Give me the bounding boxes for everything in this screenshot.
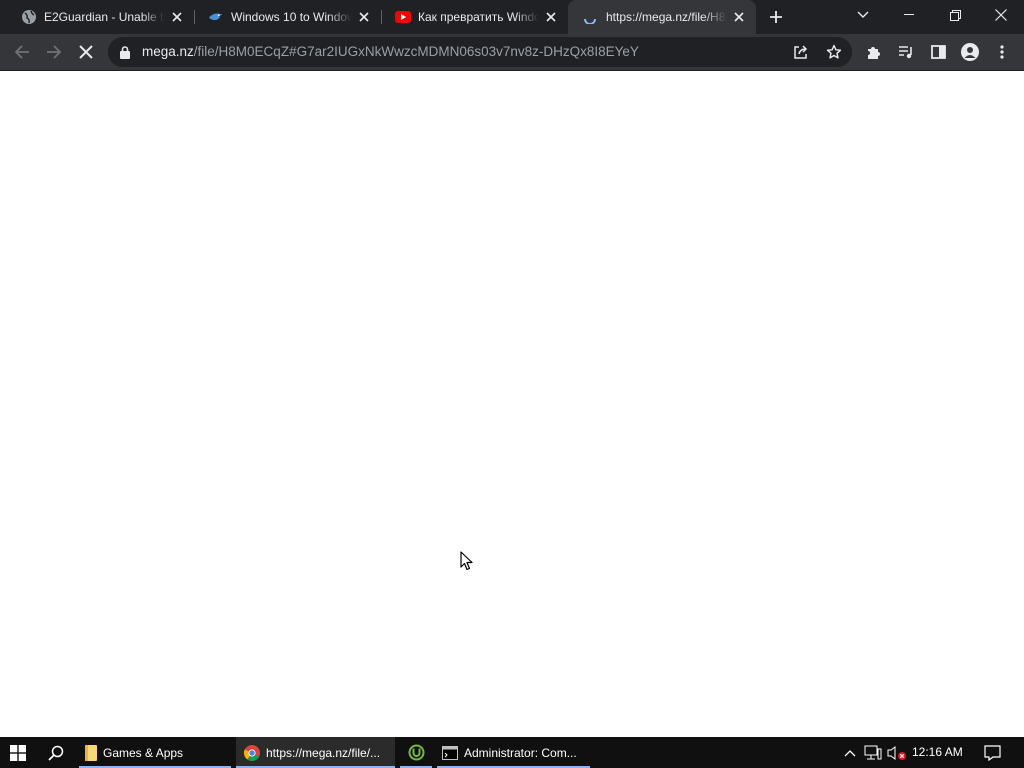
address-bar[interactable]: mega.nz/file/H8M0ECqZ#G7ar2IUGxNkWwzcMDM… xyxy=(108,37,852,67)
page-content xyxy=(0,71,1024,737)
show-hidden-icons-button[interactable] xyxy=(840,737,860,768)
side-panel-button[interactable] xyxy=(924,38,952,66)
tab-windows-10-to-11[interactable]: Windows 10 to Windows 11 xyxy=(187,0,381,34)
chevron-up-icon xyxy=(844,749,856,756)
tab-title: E2Guardian - Unable to load the page xyxy=(44,10,165,24)
youtube-icon xyxy=(395,9,411,25)
minimize-icon xyxy=(904,14,914,15)
tab-title: Как превратить Windows xyxy=(418,10,539,24)
network-ethernet-icon xyxy=(864,745,882,759)
profile-button[interactable] xyxy=(956,38,984,66)
windows-logo-icon xyxy=(10,744,26,761)
media-queue-icon xyxy=(899,46,912,59)
new-tab-button[interactable] xyxy=(764,5,788,29)
site-icon xyxy=(208,9,224,25)
volume-tray-button[interactable] xyxy=(886,737,908,768)
url-host: mega.nz xyxy=(142,44,194,59)
search-icon xyxy=(48,745,64,761)
restore-icon xyxy=(949,9,961,21)
search-button[interactable] xyxy=(38,737,74,768)
forward-button[interactable] xyxy=(40,38,68,66)
loading-spinner-icon xyxy=(582,9,598,25)
plus-icon xyxy=(770,11,782,23)
browser-toolbar: mega.nz/file/H8M0ECqZ#G7ar2IUGxNkWwzcMDM… xyxy=(0,34,1024,71)
windows-taskbar: Games & Apps https://mega.nz/file/... Ad… xyxy=(0,737,1024,768)
taskbar-item-games-apps[interactable]: Games & Apps xyxy=(79,737,231,768)
tab-close-icon[interactable] xyxy=(731,9,747,25)
tab-title: Windows 10 to Windows 11 xyxy=(231,10,352,24)
tab-mega-nz[interactable]: https://mega.nz/file/H8M0ECqZ xyxy=(568,0,756,34)
tab-close-icon[interactable] xyxy=(356,9,372,25)
taskbar-clock[interactable]: 12:16 AM xyxy=(912,737,963,768)
chrome-icon xyxy=(244,744,260,761)
tab-e2guardian[interactable]: E2Guardian - Unable to load the page xyxy=(0,0,194,34)
globe-icon xyxy=(21,9,37,25)
torrent-app-icon xyxy=(408,744,424,761)
volume-muted-icon xyxy=(887,745,906,760)
taskbar-item-label: Games & Apps xyxy=(103,745,184,760)
mouse-pointer-icon xyxy=(460,551,473,571)
bookmark-star-icon[interactable] xyxy=(824,42,844,62)
back-button[interactable] xyxy=(8,38,36,66)
puzzle-icon xyxy=(868,47,880,59)
start-button[interactable] xyxy=(0,737,36,768)
cmd-icon xyxy=(442,745,458,760)
chevron-down-icon xyxy=(857,11,869,18)
minimize-button[interactable] xyxy=(886,0,932,30)
taskbar-item-label: https://mega.nz/file/... xyxy=(266,745,381,760)
stop-loading-button[interactable] xyxy=(72,38,100,66)
address-url[interactable]: mega.nz/file/H8M0ECqZ#G7ar2IUGxNkWwzcMDM… xyxy=(142,44,639,59)
close-icon xyxy=(995,9,1007,21)
tab-youtube-video[interactable]: Как превратить Windows xyxy=(374,0,568,34)
action-center-button[interactable] xyxy=(978,737,1006,768)
side-panel-icon xyxy=(930,45,946,59)
notification-icon xyxy=(983,744,1001,761)
share-icon[interactable] xyxy=(791,42,811,62)
tab-search-button[interactable] xyxy=(840,0,886,30)
url-path: /file/H8M0ECqZ#G7ar2IUGxNkWwzcMDMN06s03v… xyxy=(193,44,639,59)
media-control-button[interactable] xyxy=(892,38,920,66)
taskbar-item-label: Administrator: Com... xyxy=(464,745,577,760)
close-icon xyxy=(79,45,93,59)
more-vertical-icon xyxy=(1000,45,1004,59)
taskbar-item-cmd[interactable]: Administrator: Com... xyxy=(437,737,590,768)
folder-icon xyxy=(85,744,97,761)
restore-button[interactable] xyxy=(932,0,978,30)
extensions-button[interactable] xyxy=(860,38,888,66)
arrow-right-icon xyxy=(47,45,62,59)
taskbar-item-chrome[interactable]: https://mega.nz/file/... xyxy=(236,737,395,768)
taskbar-item-torrent-app[interactable] xyxy=(400,737,432,768)
tab-title: https://mega.nz/file/H8M0ECqZ xyxy=(606,10,727,24)
network-tray-button[interactable] xyxy=(862,737,884,768)
tab-strip: E2Guardian - Unable to load the page Win… xyxy=(0,0,1024,34)
avatar-icon xyxy=(961,43,979,61)
lock-icon[interactable] xyxy=(119,45,131,59)
close-window-button[interactable] xyxy=(978,0,1024,30)
tab-close-icon[interactable] xyxy=(543,9,559,25)
arrow-left-icon xyxy=(14,45,29,59)
tab-close-icon[interactable] xyxy=(169,9,185,25)
menu-button[interactable] xyxy=(988,38,1016,66)
